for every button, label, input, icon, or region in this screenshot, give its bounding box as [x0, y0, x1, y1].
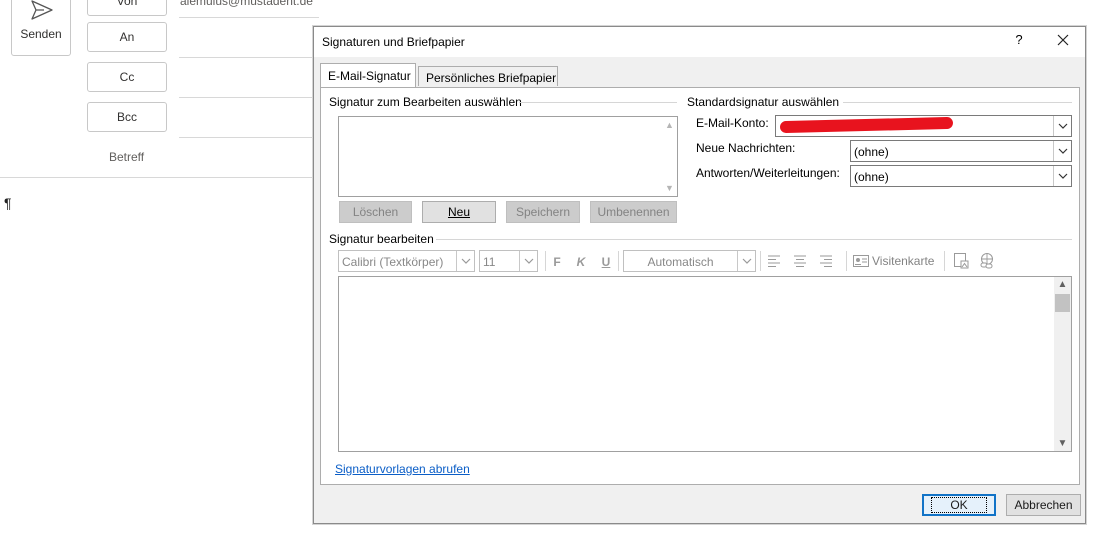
- business-card-icon: [853, 255, 869, 267]
- delete-label: Löschen: [352, 205, 399, 219]
- chevron-down-icon: [1053, 141, 1071, 161]
- from-button[interactable]: Von: [87, 0, 167, 16]
- bold-button[interactable]: F: [550, 255, 564, 269]
- chevron-down-icon: [1053, 166, 1071, 186]
- email-account-label: E-Mail-Konto:: [696, 116, 769, 130]
- help-button[interactable]: ?: [1011, 32, 1027, 47]
- from-address: alemulus@mustadent.de: [180, 0, 313, 8]
- toolbar-separator: [760, 251, 761, 271]
- align-right-icon[interactable]: [819, 255, 833, 267]
- replies-forwards-select[interactable]: (ohne): [850, 165, 1072, 187]
- align-center-icon[interactable]: [793, 255, 807, 267]
- replies-forwards-label: Antworten/Weiterleitungen:: [696, 166, 840, 180]
- save-button[interactable]: Speichern: [506, 201, 580, 223]
- signature-editor[interactable]: ▲ ▼: [338, 276, 1072, 452]
- subject-label: Betreff: [109, 150, 145, 164]
- cc-row-divider: [179, 97, 319, 98]
- rename-label: Umbenennen: [597, 205, 670, 219]
- cc-button[interactable]: Cc: [87, 62, 167, 92]
- insert-hyperlink-icon[interactable]: [978, 252, 996, 270]
- new-messages-label: Neue Nachrichten:: [696, 141, 796, 155]
- select-group-divider: [519, 102, 677, 103]
- send-button[interactable]: Senden: [11, 0, 71, 56]
- new-label: Neu: [447, 205, 470, 219]
- scroll-down-icon: ▼: [665, 183, 674, 193]
- font-size-select[interactable]: 11: [479, 250, 538, 272]
- font-color-value: Automatisch: [647, 255, 714, 269]
- edit-signature-group-label: Signatur bearbeiten: [329, 232, 434, 246]
- chevron-down-icon: [1053, 116, 1071, 136]
- select-signature-group-label: Signatur zum Bearbeiten auswählen: [329, 95, 522, 109]
- tab-personal-stationery[interactable]: Persönliches Briefpapier: [418, 66, 558, 86]
- rename-button[interactable]: Umbenennen: [590, 201, 677, 223]
- dialog-title: Signaturen und Briefpapier: [322, 35, 465, 49]
- dialog-titlebar: Signaturen und Briefpapier ?: [314, 27, 1085, 57]
- scrollbar-thumb[interactable]: [1055, 294, 1070, 312]
- toolbar-separator: [545, 251, 546, 271]
- toolbar-separator: [846, 251, 847, 271]
- bcc-row-divider: [179, 137, 319, 138]
- to-row-divider: [179, 57, 319, 58]
- toolbar-separator: [944, 251, 945, 271]
- default-signature-group-label: Standardsignatur auswählen: [687, 95, 840, 109]
- align-left-icon[interactable]: [767, 255, 781, 267]
- delete-button[interactable]: Löschen: [339, 201, 412, 223]
- subject-row-divider: [0, 177, 320, 178]
- tab-email-signature-label: E-Mail-Signatur: [328, 69, 411, 83]
- toolbar-separator: [618, 251, 619, 271]
- bcc-label: Bcc: [116, 110, 137, 124]
- edit-group-divider: [436, 239, 1072, 240]
- ok-button[interactable]: OK: [922, 494, 996, 516]
- email-signature-panel: Signatur zum Bearbeiten auswählen ▲ ▼ Lö…: [320, 87, 1080, 485]
- from-label: Von: [116, 0, 138, 8]
- redaction-mark: [779, 116, 954, 134]
- business-card-button[interactable]: Visitenkarte: [853, 253, 934, 269]
- default-group-divider: [843, 102, 1072, 103]
- send-label: Senden: [20, 27, 62, 41]
- new-messages-select[interactable]: (ohne): [850, 140, 1072, 162]
- signatures-dialog: Signaturen und Briefpapier ? E-Mail-Sign…: [313, 26, 1086, 524]
- scroll-up-icon: ▲: [1057, 279, 1068, 290]
- replies-forwards-value: (ohne): [854, 170, 889, 184]
- close-button[interactable]: [1055, 30, 1071, 50]
- signature-editor-scrollbar[interactable]: ▲ ▼: [1054, 277, 1071, 451]
- underline-button[interactable]: U: [599, 255, 613, 269]
- signature-templates-link[interactable]: Signaturvorlagen abrufen: [335, 462, 470, 476]
- chevron-down-icon: [737, 251, 755, 271]
- cancel-button[interactable]: Abbrechen: [1006, 494, 1081, 516]
- from-row-divider: [179, 17, 319, 18]
- chevron-down-icon: [456, 251, 474, 271]
- font-value: Calibri (Textkörper): [342, 255, 444, 269]
- new-messages-value: (ohne): [854, 145, 889, 159]
- chevron-down-icon: [519, 251, 537, 271]
- signature-list-scrollbar[interactable]: ▲ ▼: [662, 117, 677, 196]
- new-button[interactable]: Neu: [422, 201, 496, 223]
- signature-list[interactable]: ▲ ▼: [338, 116, 678, 197]
- font-select[interactable]: Calibri (Textkörper): [338, 250, 475, 272]
- font-color-select[interactable]: Automatisch: [623, 250, 756, 272]
- scroll-down-icon: ▼: [1057, 438, 1068, 449]
- save-label: Speichern: [515, 205, 571, 219]
- font-size-value: 11: [483, 255, 496, 269]
- italic-button[interactable]: K: [574, 255, 588, 269]
- insert-picture-icon[interactable]: [953, 252, 970, 270]
- tab-personal-stationery-label: Persönliches Briefpapier: [426, 71, 557, 85]
- email-account-select[interactable]: [775, 115, 1072, 137]
- cancel-label: Abbrechen: [1014, 498, 1073, 512]
- to-label: An: [119, 30, 135, 44]
- text-cursor: ¶: [4, 195, 12, 211]
- business-card-label: Visitenkarte: [872, 254, 935, 268]
- send-icon: [31, 0, 53, 20]
- to-button[interactable]: An: [87, 22, 167, 52]
- scroll-up-icon: ▲: [665, 120, 674, 130]
- bcc-button[interactable]: Bcc: [87, 102, 167, 132]
- tab-email-signature[interactable]: E-Mail-Signatur: [320, 63, 416, 87]
- close-icon: [1057, 34, 1069, 46]
- ok-label: OK: [931, 497, 987, 513]
- cc-label: Cc: [119, 70, 135, 84]
